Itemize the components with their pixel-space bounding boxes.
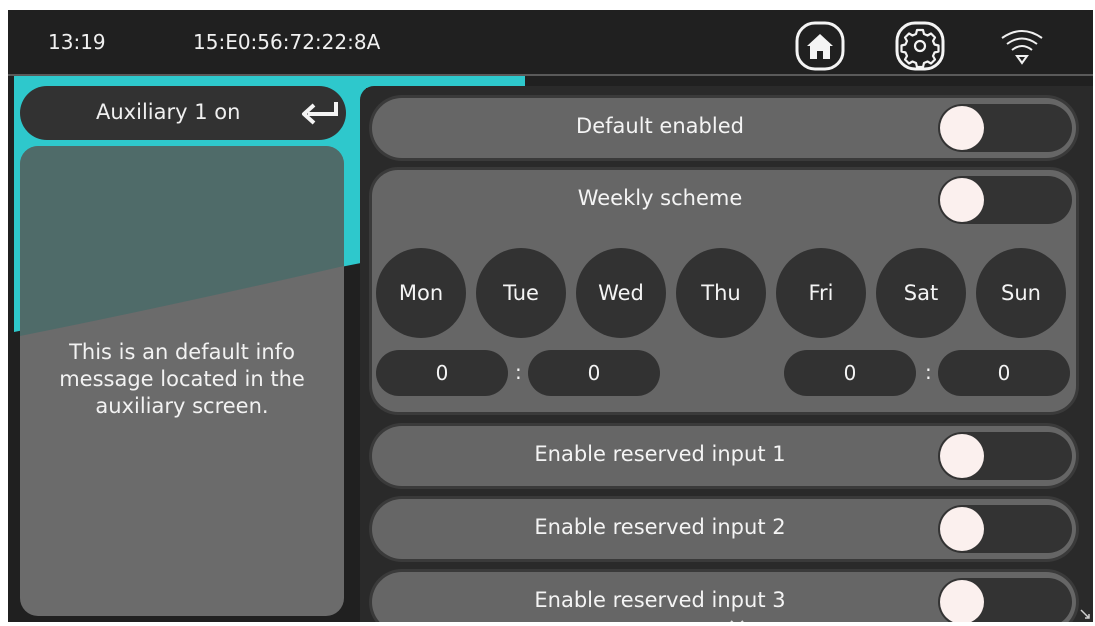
toggle-knob bbox=[940, 434, 984, 478]
reserved-input-3-row: Enable reserved input 3 bbox=[372, 572, 1076, 622]
settings-gear-icon[interactable] bbox=[894, 20, 946, 72]
start-hour-field[interactable]: 0 bbox=[376, 350, 508, 396]
reserved-input-1-row: Enable reserved input 1 bbox=[372, 426, 1076, 486]
day-button-sun[interactable]: Sun bbox=[976, 248, 1066, 338]
weekly-scheme-section: Weekly scheme Mon Tue Wed Thu Fri Sat Su… bbox=[372, 170, 1076, 412]
device-id: 15:E0:56:72:22:8A bbox=[193, 30, 381, 54]
return-arrow-icon[interactable] bbox=[300, 100, 340, 126]
end-time-separator: : bbox=[925, 360, 932, 384]
reserved-input-1-label: Enable reserved input 1 bbox=[534, 442, 786, 466]
device-screen: 13:19 15:E0:56:72:22:8A Auxiliary 1 on T… bbox=[8, 10, 1093, 622]
reserved-input-2-row: Enable reserved input 2 bbox=[372, 499, 1076, 559]
home-icon[interactable] bbox=[794, 20, 846, 72]
end-minute-field[interactable]: 0 bbox=[938, 350, 1070, 396]
day-button-sat[interactable]: Sat bbox=[876, 248, 966, 338]
start-time-separator: : bbox=[515, 360, 522, 384]
day-button-mon[interactable]: Mon bbox=[376, 248, 466, 338]
reserved-input-3-label: Enable reserved input 3 bbox=[534, 588, 786, 612]
toggle-knob bbox=[940, 507, 984, 551]
default-enabled-label: Default enabled bbox=[576, 114, 744, 138]
end-hour-field[interactable]: 0 bbox=[784, 350, 916, 396]
day-button-thu[interactable]: Thu bbox=[676, 248, 766, 338]
reserved-input-2-label: Enable reserved input 2 bbox=[534, 515, 786, 539]
day-button-tue[interactable]: Tue bbox=[476, 248, 566, 338]
clock-time: 13:19 bbox=[48, 30, 106, 54]
day-button-wed[interactable]: Wed bbox=[576, 248, 666, 338]
reserved-input-2-toggle[interactable] bbox=[938, 505, 1072, 553]
info-message-box: This is an default info message located … bbox=[20, 146, 344, 616]
scroll-down-icon[interactable] bbox=[730, 620, 744, 622]
reserved-input-1-toggle[interactable] bbox=[938, 432, 1072, 480]
default-enabled-toggle[interactable] bbox=[938, 104, 1072, 152]
weekly-scheme-toggle[interactable] bbox=[938, 176, 1072, 224]
settings-panel: Default enabled Weekly scheme Mon Tue We… bbox=[360, 86, 1093, 622]
wifi-icon[interactable] bbox=[996, 20, 1048, 72]
auxiliary-title: Auxiliary 1 on bbox=[96, 100, 241, 124]
top-status-bar: 13:19 15:E0:56:72:22:8A bbox=[8, 10, 1093, 76]
weekly-scheme-label: Weekly scheme bbox=[577, 186, 743, 210]
reserved-input-3-toggle[interactable] bbox=[938, 578, 1072, 622]
default-enabled-row: Default enabled bbox=[372, 98, 1076, 158]
start-minute-field[interactable]: 0 bbox=[528, 350, 660, 396]
resize-handle-icon bbox=[1080, 609, 1090, 619]
toggle-knob bbox=[940, 106, 984, 150]
toggle-knob bbox=[940, 580, 984, 622]
info-box-tint bbox=[20, 146, 344, 336]
day-button-fri[interactable]: Fri bbox=[776, 248, 866, 338]
info-message: This is an default info message located … bbox=[59, 340, 305, 418]
toggle-knob bbox=[940, 178, 984, 222]
auxiliary-header[interactable]: Auxiliary 1 on bbox=[20, 86, 346, 140]
